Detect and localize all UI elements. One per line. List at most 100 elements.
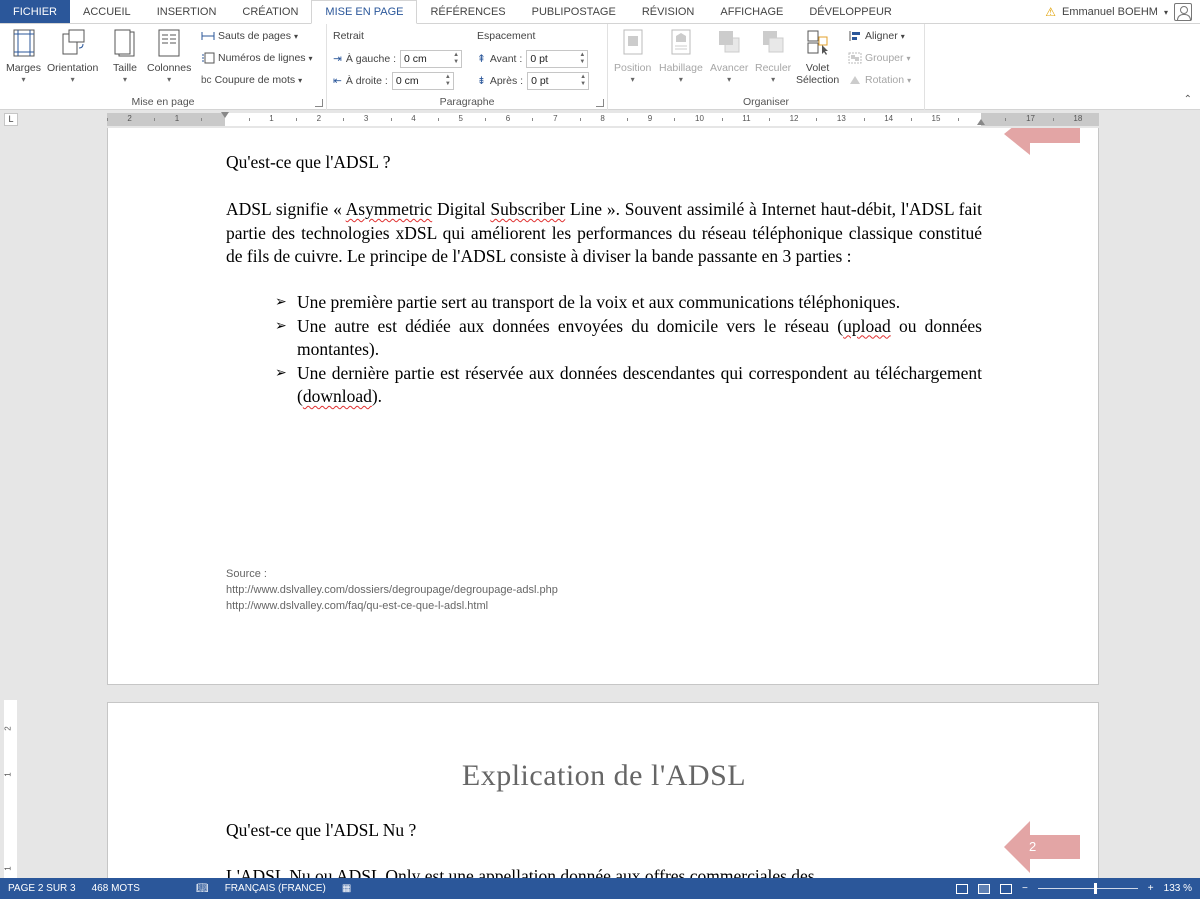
orientation-label: Orientation [47, 62, 99, 74]
print-layout-icon[interactable] [977, 883, 990, 894]
ribbon: Marges ▾ Orientation ▾ Taille ▾ Colonnes… [0, 24, 1200, 110]
ruler-number: 2 [316, 114, 322, 123]
tab-revision[interactable]: RÉVISION [629, 0, 708, 23]
spinner-arrows-icon[interactable]: ▲ ▼ [445, 74, 451, 88]
avant-value: 0 pt [530, 53, 548, 65]
web-layout-icon[interactable] [999, 883, 1012, 894]
spelling-error-download[interactable]: download [303, 386, 372, 406]
spelling-error-subscriber[interactable]: Subscriber [490, 199, 565, 219]
retrait-gauche-field: ⇥ À gauche : 0 cm ▲ ▼ [333, 50, 463, 68]
taille-button[interactable]: Taille ▾ [112, 28, 138, 84]
ruler-number: 4 [411, 114, 416, 123]
spelling-error-upload[interactable]: upload [843, 316, 891, 336]
zoom-level[interactable]: 133 % [1164, 883, 1192, 894]
right-indent-marker[interactable] [977, 119, 985, 125]
spinner-arrows-icon[interactable]: ▲ ▼ [453, 52, 459, 66]
tab-accueil[interactable]: ACCUEIL [70, 0, 144, 23]
volet-selection-button[interactable]: Volet Sélection [796, 28, 839, 86]
ruler-number: 15 [931, 114, 941, 123]
rotation-button[interactable]: Rotation ▾ [848, 74, 911, 86]
page-count[interactable]: PAGE 2 SUR 3 [0, 883, 84, 894]
proofing-icon[interactable]: 📖︎ [188, 883, 217, 894]
align-icon [849, 31, 860, 41]
arrow-shape-1[interactable] [1004, 128, 1080, 159]
ruler-tick [768, 118, 770, 121]
dialog-launcher-icon[interactable] [596, 99, 604, 107]
tab-references[interactable]: RÉFÉRENCES [417, 0, 518, 23]
ruler-number: 7 [553, 114, 558, 123]
espacement-avant-input[interactable]: 0 pt ▲ ▼ [526, 50, 589, 68]
retrait-gauche-input[interactable]: 0 cm ▲ ▼ [400, 50, 463, 68]
read-mode-icon[interactable] [955, 883, 968, 894]
vertical-ruler: 2 1 1 [4, 700, 17, 878]
spelling-error-asymmetric[interactable]: Asymmetric [346, 199, 433, 219]
habillage-button[interactable]: Habillage ▾ [659, 28, 703, 84]
grouper-button[interactable]: Grouper ▾ [848, 52, 911, 64]
chevron-down-icon: ▾ [906, 53, 911, 63]
page-break-icon [201, 32, 215, 40]
source-url-1[interactable]: http://www.dslvalley.com/dossiers/degrou… [226, 582, 558, 598]
gauche-value: 0 cm [404, 53, 427, 65]
sauts-label: Sauts de pages [218, 30, 291, 42]
apres-value: 0 pt [531, 75, 549, 87]
spinner-arrows-icon[interactable]: ▲ ▼ [579, 52, 585, 66]
ruler-tick [816, 118, 818, 121]
ruler-number: 17 [1026, 114, 1035, 123]
group-label-paragraphe: Paragraphe [439, 96, 495, 108]
aligner-button[interactable]: Aligner ▾ [848, 30, 905, 42]
document-area[interactable]: Qu'est-ce que l'ADSL ? ADSL signifie « A… [0, 128, 1200, 878]
marges-button[interactable]: Marges ▾ [6, 28, 41, 84]
tab-insertion[interactable]: INSERTION [144, 0, 230, 23]
ruler-number: 11 [742, 114, 751, 123]
tab-mise-en-page[interactable]: MISE EN PAGE [311, 0, 418, 24]
coupure-de-mots-button[interactable]: bc Coupure de mots ▾ [201, 74, 302, 86]
sauts-de-pages-button[interactable]: Sauts de pages ▾ [201, 30, 298, 42]
ruler-track[interactable]: 2 1 1 2 3 4 5 6 7 8 9 10 11 12 13 14 15 17 18 [106, 112, 1099, 126]
arrow-bullet-icon: ➢ [275, 364, 287, 381]
avatar[interactable] [1174, 3, 1192, 21]
arrow-shape-2[interactable]: 2 [1004, 821, 1080, 873]
columns-icon [158, 29, 180, 57]
zoom-thumb[interactable] [1093, 883, 1097, 894]
spinner-arrows-icon[interactable]: ▲ ▼ [580, 74, 586, 88]
chevron-down-icon: ▾ [630, 75, 635, 84]
reculer-button[interactable]: Reculer ▾ [755, 28, 791, 84]
ruler-tick [958, 118, 960, 121]
ruler-tick [437, 118, 439, 121]
colonnes-button[interactable]: Colonnes ▾ [147, 28, 191, 84]
margins-icon [13, 29, 34, 57]
tab-publipostage[interactable]: PUBLIPOSTAGE [519, 0, 629, 23]
tab-fichier[interactable]: FICHIER [0, 0, 70, 23]
orientation-button[interactable]: Orientation ▾ [47, 28, 98, 84]
tab-selector[interactable]: L [4, 113, 18, 126]
page-1[interactable]: Qu'est-ce que l'ADSL ? ADSL signifie « A… [107, 128, 1099, 685]
first-line-indent-marker[interactable] [221, 112, 229, 118]
word-count[interactable]: 468 MOTS [84, 883, 148, 894]
macro-record-icon[interactable]: ▦ [334, 883, 359, 894]
source-block: Source : http://www.dslvalley.com/dossie… [226, 566, 558, 614]
avancer-button[interactable]: Avancer ▾ [710, 28, 748, 84]
ruler-left-margin [107, 113, 225, 126]
ruler-tick [295, 118, 297, 121]
zoom-in-icon[interactable]: + [1148, 883, 1154, 894]
bullet-text-3a: Une dernière partie est réservée aux don… [297, 362, 982, 407]
ruler-tick [627, 118, 629, 121]
zoom-slider[interactable] [1037, 883, 1138, 894]
zoom-out-icon[interactable]: − [1022, 883, 1028, 894]
tab-creation[interactable]: CRÉATION [229, 0, 311, 23]
tab-affichage[interactable]: AFFICHAGE [707, 0, 796, 23]
retrait-droite-input[interactable]: 0 cm ▲ ▼ [391, 72, 454, 90]
position-button[interactable]: Position ▾ [614, 28, 651, 84]
tab-developpeur[interactable]: DÉVELOPPEUR [796, 0, 905, 23]
source-url-2[interactable]: http://www.dslvalley.com/faq/qu-est-ce-q… [226, 598, 558, 614]
language[interactable]: FRANÇAIS (FRANCE) [217, 883, 334, 894]
page-2[interactable]: Explication de l'ADSL Qu'est-ce que l'AD… [107, 702, 1099, 878]
dialog-launcher-icon[interactable] [315, 99, 323, 107]
espacement-apres-input[interactable]: 0 pt ▲ ▼ [527, 72, 590, 90]
send-backward-icon [763, 31, 784, 53]
rotation-label: Rotation [865, 74, 905, 86]
vruler-number: 1 [3, 772, 13, 777]
collapse-ribbon-icon[interactable]: ⌃ [1184, 94, 1192, 105]
numeros-de-lignes-button[interactable]: Numéros de lignes ▾ [201, 52, 313, 64]
user-account[interactable]: ⚠ Emmanuel BOEHM ▾ [1045, 0, 1200, 24]
